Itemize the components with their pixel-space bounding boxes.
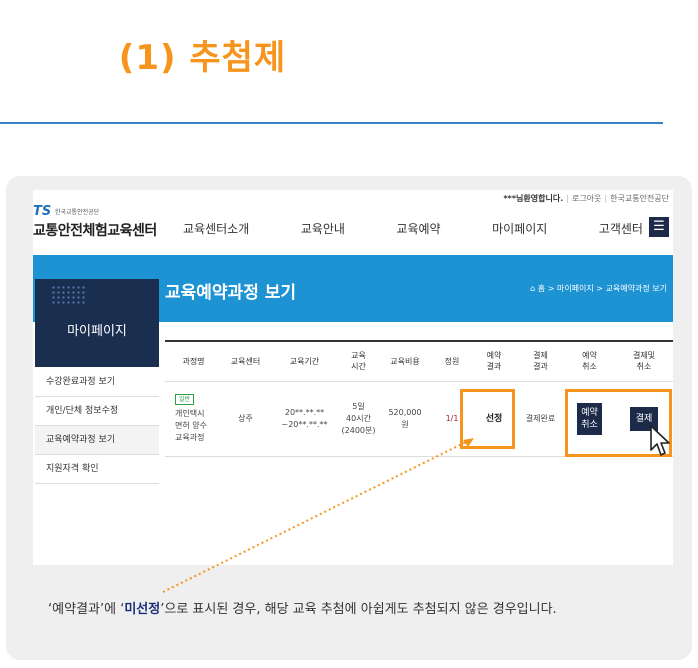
- explanation-caption: ‘예약결과’에 ‘미선정’으로 표시된 경우, 해당 교육 추첨에 아쉽게도 추…: [48, 602, 557, 617]
- annotation-pointer-line: [162, 438, 474, 593]
- caption-highlight: 미선정: [124, 602, 161, 617]
